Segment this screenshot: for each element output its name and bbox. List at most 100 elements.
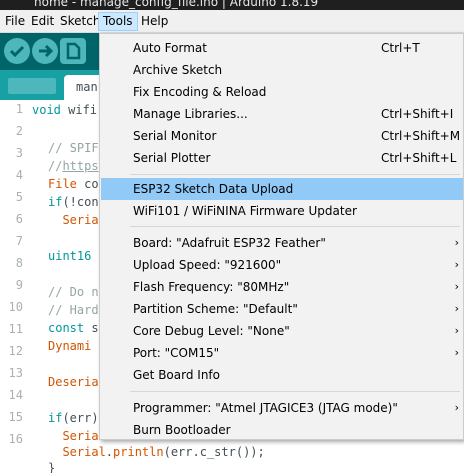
chevron-right-icon: › [454, 401, 459, 414]
menu-item-get-board-info[interactable]: Get Board Info [101, 364, 463, 386]
menu-item-archive-sketch[interactable]: Archive Sketch [101, 59, 463, 81]
code-token: void [32, 103, 61, 117]
code-token: File [48, 177, 77, 191]
menu-item-core-debug-level[interactable]: Core Debug Level: "None" › [101, 320, 463, 342]
menu-item-label: Board: "Adafruit ESP32 Feather" [133, 236, 326, 250]
menu-item-flash-frequency[interactable]: Flash Frequency: "80MHz" › [101, 276, 463, 298]
menu-file[interactable]: File [1, 12, 29, 31]
menu-item-label: Serial Plotter [133, 151, 211, 165]
code-token: if [48, 195, 63, 209]
menu-item-label: Get Board Info [133, 368, 220, 382]
menu-item-auto-format[interactable]: Auto Format Ctrl+T [101, 37, 463, 59]
upload-button[interactable] [32, 38, 58, 64]
new-sketch-button[interactable] [60, 38, 86, 64]
menu-item-serial-monitor[interactable]: Serial Monitor Ctrl+Shift+M [101, 125, 463, 147]
menu-edit[interactable]: Edit [27, 12, 58, 31]
menu-item-firmware-updater[interactable]: WiFi101 / WiFiNINA Firmware Updater [101, 200, 463, 222]
code-token: const [48, 321, 85, 335]
menu-item-label: Manage Libraries... [133, 107, 248, 121]
line-number: 11 [8, 322, 23, 336]
menu-item-label: Core Debug Level: "None" [133, 324, 290, 338]
menu-item-port[interactable]: Port: "COM15" › [101, 342, 463, 364]
code-line: Serial.println(err.c_str()); [48, 444, 265, 460]
menu-separator [130, 391, 460, 392]
line-number: 3 [15, 146, 23, 160]
menu-tools[interactable]: Tools [98, 12, 138, 31]
code-token: Dynami [48, 339, 92, 353]
menu-item-label: Auto Format [133, 41, 207, 55]
line-number: 9 [15, 278, 23, 292]
chevron-right-icon: › [454, 280, 459, 293]
chevron-right-icon: › [454, 346, 459, 359]
code-token: println [113, 445, 164, 459]
code-token: Seria [48, 429, 99, 443]
code-line: // SPIF [48, 140, 99, 156]
menu-item-label: WiFi101 / WiFiNINA Firmware Updater [133, 204, 357, 218]
menu-help[interactable]: Help [137, 12, 172, 31]
menu-bar: File Edit Sketch Tools Help [0, 10, 464, 33]
menu-separator [130, 226, 460, 227]
menu-item-esp32-data-upload[interactable]: ESP32 Sketch Data Upload [101, 178, 463, 200]
line-number: 13 [8, 366, 23, 380]
code-link[interactable]: https [62, 159, 98, 173]
menu-item-label: Port: "COM15" [133, 346, 220, 360]
code-comment: // Do n [48, 285, 99, 299]
menu-item-upload-speed[interactable]: Upload Speed: "921600" › [101, 254, 463, 276]
menu-item-label: Upload Speed: "921600" [133, 258, 282, 272]
line-number: 10 [8, 300, 23, 314]
code-line: } [48, 460, 55, 473]
code-token: wifi [60, 103, 98, 117]
verify-button[interactable] [4, 38, 30, 64]
menu-item-board[interactable]: Board: "Adafruit ESP32 Feather" › [101, 232, 463, 254]
code-line: Seria [48, 428, 99, 444]
menu-item-label: Serial Monitor [133, 129, 217, 143]
line-number: 12 [8, 344, 23, 358]
code-token: (err) [62, 411, 99, 425]
chevron-right-icon: › [454, 236, 459, 249]
code-comment: // [48, 159, 63, 173]
window-title: home - manage_config_file.ino | Arduino … [34, 0, 319, 9]
menu-item-shortcut: Ctrl+T [381, 41, 420, 55]
code-token: if [48, 411, 63, 425]
menu-item-programmer[interactable]: Programmer: "Atmel JTAGICE3 (JTAG mode)"… [101, 397, 463, 419]
code-token: (err.c_str()); [163, 445, 265, 459]
code-token: s [84, 321, 99, 335]
menu-item-partition-scheme[interactable]: Partition Scheme: "Default" › [101, 298, 463, 320]
menu-item-shortcut: Ctrl+Shift+M [381, 129, 461, 143]
code-line: File co [48, 176, 99, 192]
code-line: // Hard [48, 302, 99, 318]
menu-item-shortcut: Ctrl+Shift+L [381, 151, 457, 165]
code-line: void wifi [32, 102, 97, 118]
tab-menu-button[interactable] [8, 78, 56, 94]
code-token: co [76, 177, 99, 191]
menu-item-serial-plotter[interactable]: Serial Plotter Ctrl+Shift+L [101, 147, 463, 169]
check-icon [9, 45, 25, 58]
line-number: 2 [15, 124, 23, 138]
chevron-right-icon: › [454, 324, 459, 337]
code-line: uint16 [48, 248, 91, 264]
new-file-icon [66, 42, 81, 60]
code-line: if(!con [48, 194, 99, 210]
code-token: . [105, 445, 114, 459]
menu-item-label: Burn Bootloader [133, 423, 231, 437]
menu-item-burn-bootloader[interactable]: Burn Bootloader [101, 419, 463, 441]
menu-item-label: Programmer: "Atmel JTAGICE3 (JTAG mode)" [133, 401, 398, 415]
code-token: (!con [62, 195, 99, 209]
menu-item-fix-encoding[interactable]: Fix Encoding & Reload [101, 81, 463, 103]
tools-menu: Auto Format Ctrl+T Archive Sketch Fix En… [99, 33, 464, 440]
line-number: 1 [15, 102, 23, 116]
code-line: Deseria [48, 374, 99, 390]
code-token: } [48, 461, 56, 473]
line-number: 5 [15, 190, 23, 204]
code-line: const s [48, 320, 99, 336]
line-number: 8 [15, 256, 23, 270]
line-number: 15 [8, 410, 23, 424]
code-line: //https [48, 158, 99, 174]
menu-item-manage-libraries[interactable]: Manage Libraries... Ctrl+Shift+I [101, 103, 463, 125]
menu-separator [130, 174, 460, 175]
menu-item-label: Flash Frequency: "80MHz" [133, 280, 290, 294]
code-token: Serial [48, 445, 106, 459]
code-token: Seria [48, 213, 99, 227]
chevron-right-icon: › [454, 258, 459, 271]
menu-item-label: ESP32 Sketch Data Upload [133, 182, 294, 196]
